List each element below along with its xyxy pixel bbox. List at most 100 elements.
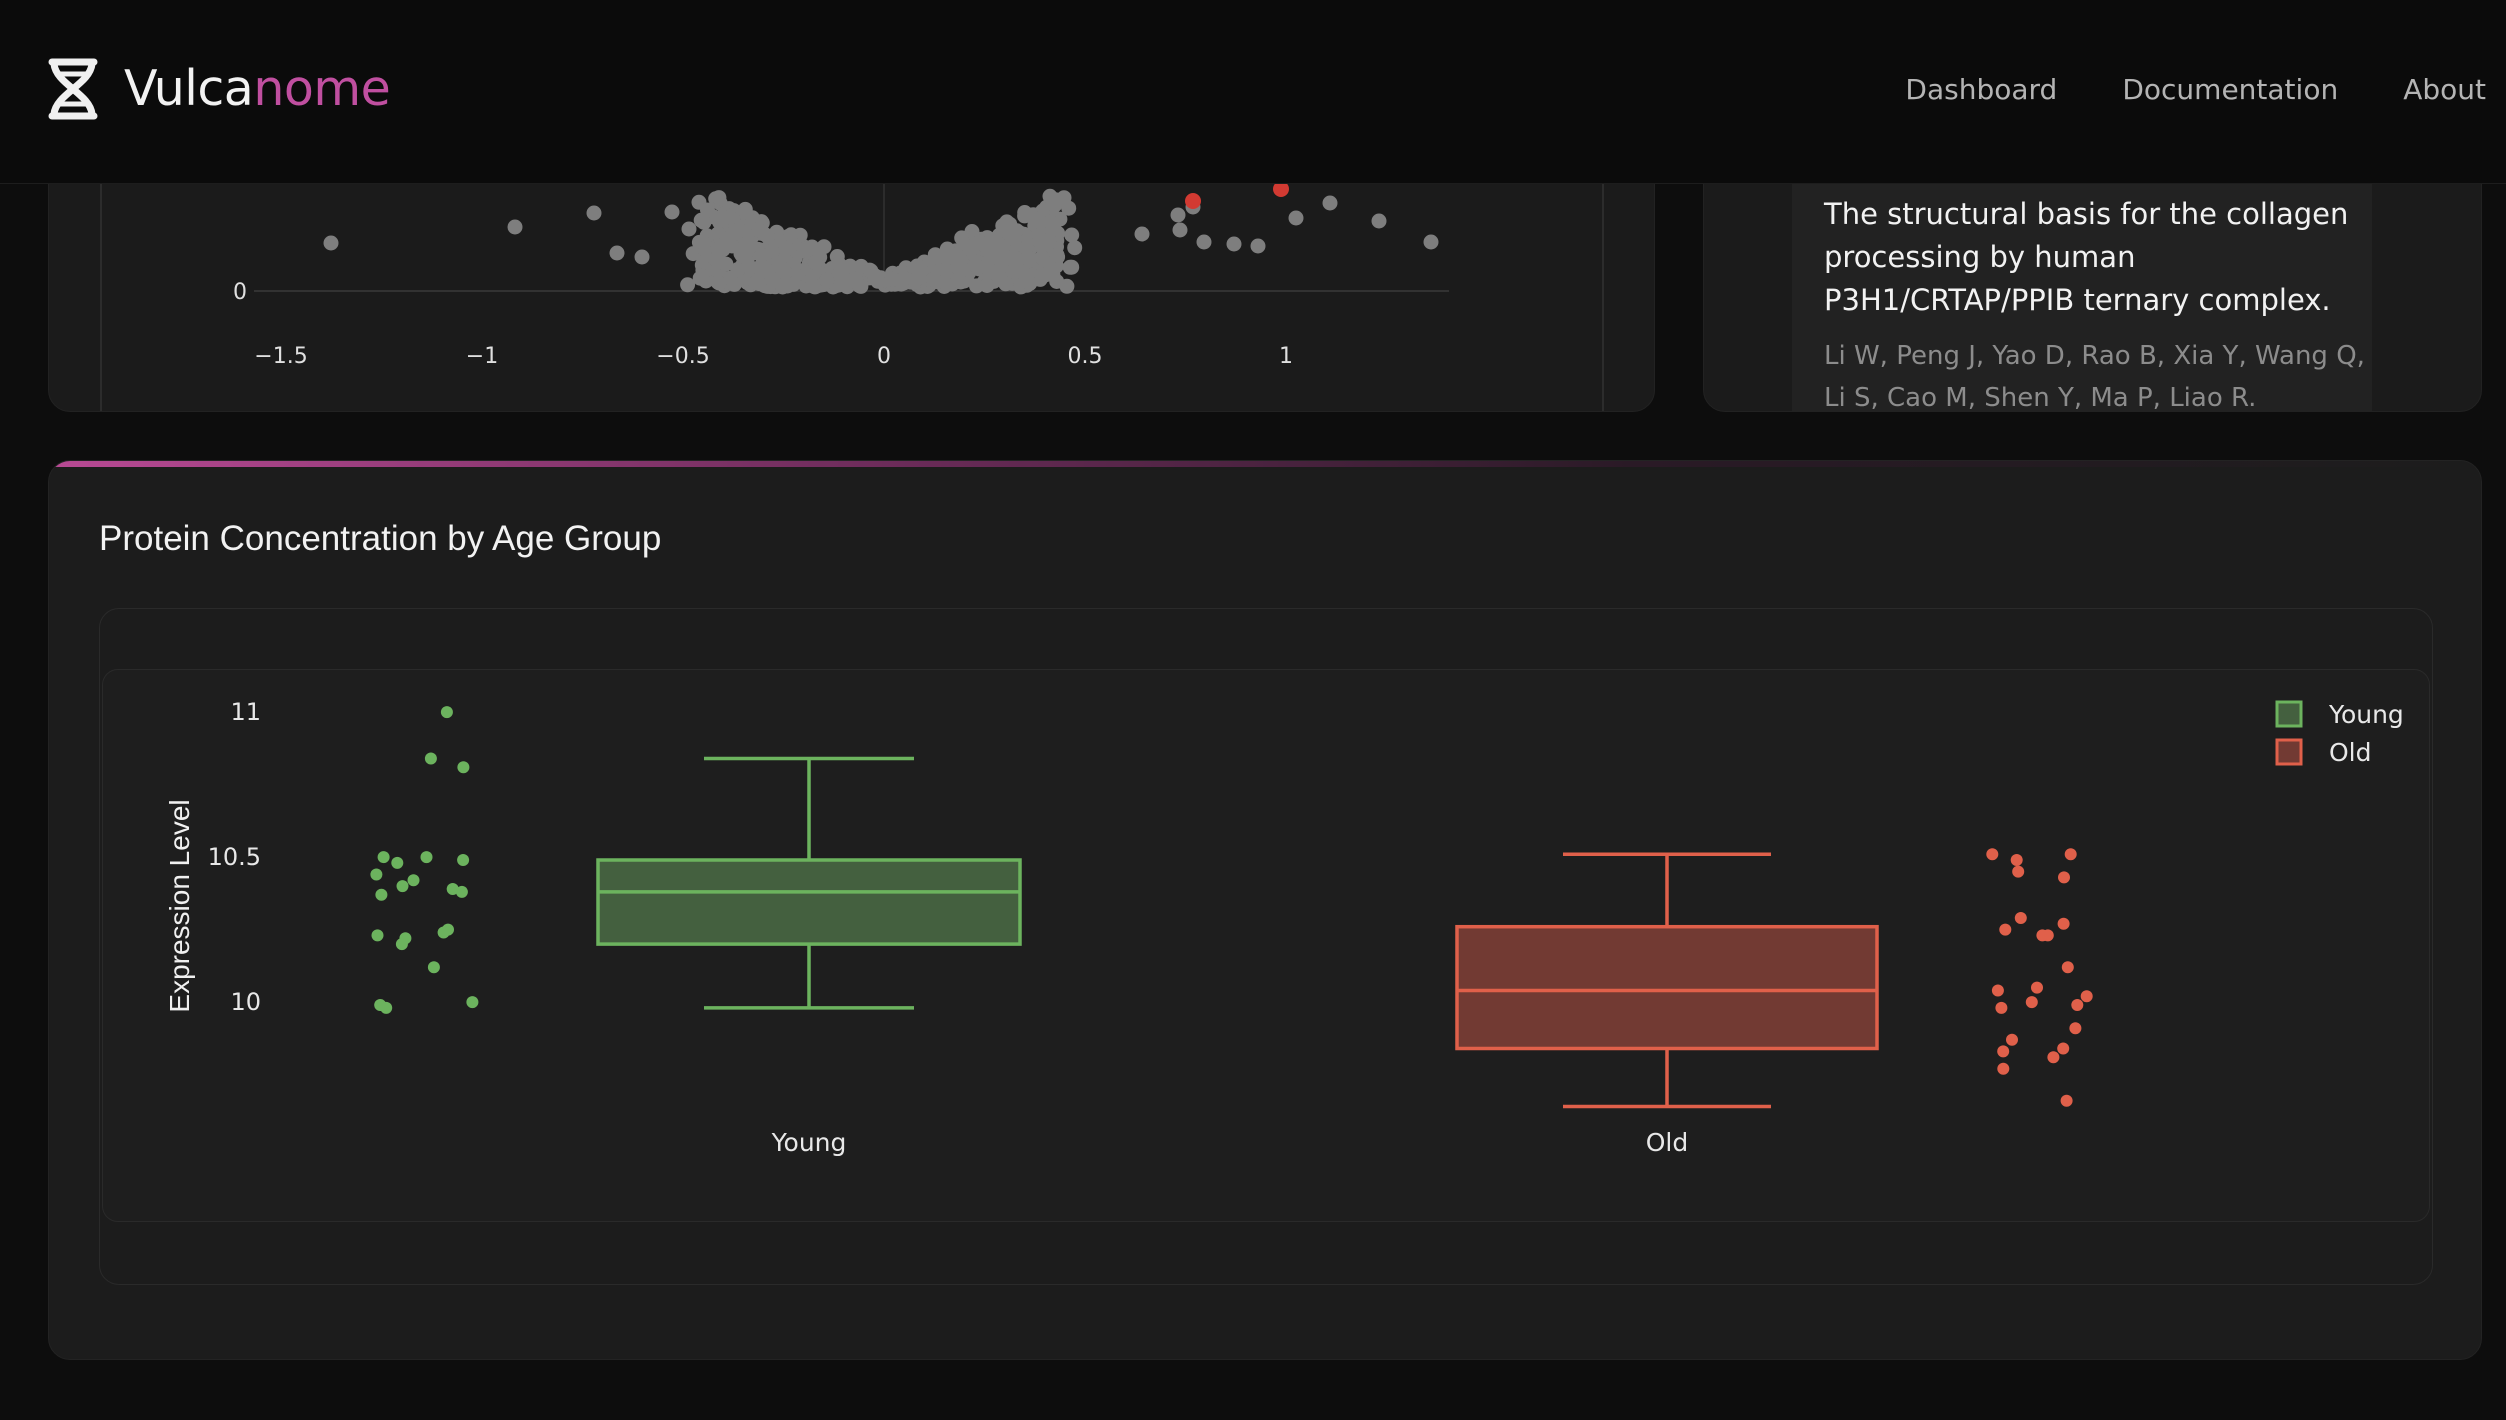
volcano-point[interactable] xyxy=(708,252,724,268)
volcano-point[interactable] xyxy=(1170,207,1186,223)
volcano-point[interactable] xyxy=(1134,226,1150,242)
volcano-point[interactable] xyxy=(507,219,523,235)
volcano-point[interactable] xyxy=(867,268,883,284)
volcano-point[interactable] xyxy=(998,276,1014,292)
volcano-point[interactable] xyxy=(1022,276,1038,291)
data-point[interactable] xyxy=(2031,981,2043,994)
volcano-point[interactable] xyxy=(696,236,712,251)
data-point[interactable] xyxy=(370,868,383,881)
data-point[interactable] xyxy=(2014,912,2027,924)
volcano-point[interactable] xyxy=(955,262,971,278)
volcano-point[interactable] xyxy=(772,258,788,274)
data-point[interactable] xyxy=(395,938,408,951)
data-point[interactable] xyxy=(391,856,404,869)
volcano-point[interactable] xyxy=(1034,250,1050,266)
volcano-point[interactable] xyxy=(842,258,858,274)
volcano-point[interactable] xyxy=(692,270,708,286)
data-point[interactable] xyxy=(2010,854,2023,866)
volcano-point-up[interactable] xyxy=(1185,193,1201,209)
data-point[interactable] xyxy=(437,926,450,939)
legend-swatch[interactable] xyxy=(2275,700,2303,728)
data-point[interactable] xyxy=(1997,1062,2010,1075)
volcano-point[interactable] xyxy=(1196,234,1212,250)
data-point[interactable] xyxy=(1995,1001,2008,1014)
volcano-point[interactable] xyxy=(819,272,835,288)
data-point[interactable] xyxy=(440,706,453,719)
data-point[interactable] xyxy=(1997,1045,2010,1058)
data-point[interactable] xyxy=(2047,1051,2060,1064)
data-point[interactable] xyxy=(427,961,440,974)
volcano-point[interactable] xyxy=(1067,240,1083,256)
data-point[interactable] xyxy=(2069,1022,2082,1035)
box-plot[interactable]: Expression Level 10 10.5 11 Young Young Old Old xyxy=(103,670,2430,1222)
data-point[interactable] xyxy=(2080,990,2093,1003)
volcano-point[interactable] xyxy=(1042,188,1058,204)
nav-dashboard-link[interactable]: Dashboard xyxy=(1905,70,2057,110)
volcano-point[interactable] xyxy=(909,258,925,274)
data-point[interactable] xyxy=(2006,1033,2018,1046)
legend-label[interactable]: Young xyxy=(2328,700,2404,729)
volcano-point[interactable] xyxy=(965,238,981,254)
legend-swatch[interactable] xyxy=(2275,738,2303,766)
volcano-point[interactable] xyxy=(1371,213,1387,229)
data-point[interactable] xyxy=(466,996,479,1009)
brand[interactable]: Vulcanome xyxy=(46,58,391,120)
volcano-point[interactable] xyxy=(741,240,757,256)
volcano-point[interactable] xyxy=(751,276,767,292)
volcano-point[interactable] xyxy=(1059,278,1075,294)
data-point[interactable] xyxy=(2012,865,2025,878)
nav-documentation-link[interactable]: Documentation xyxy=(2122,70,2338,110)
volcano-point[interactable] xyxy=(775,277,790,293)
volcano-point[interactable] xyxy=(742,259,758,275)
data-point[interactable] xyxy=(2061,961,2074,974)
volcano-point[interactable] xyxy=(1049,247,1065,263)
volcano-point[interactable] xyxy=(783,227,799,243)
volcano-point[interactable] xyxy=(980,243,996,259)
volcano-point[interactable] xyxy=(634,249,650,265)
data-point[interactable] xyxy=(455,885,468,898)
data-point[interactable] xyxy=(407,874,420,887)
volcano-point[interactable] xyxy=(896,271,912,286)
data-point[interactable] xyxy=(371,929,384,942)
box-old[interactable] xyxy=(1455,852,1879,1109)
volcano-point[interactable] xyxy=(1226,236,1242,252)
data-point[interactable] xyxy=(1999,923,2012,936)
volcano-point[interactable] xyxy=(710,274,726,290)
volcano-point[interactable] xyxy=(681,221,697,237)
data-point[interactable] xyxy=(2025,996,2038,1009)
volcano-point[interactable] xyxy=(711,190,727,206)
volcano-point[interactable] xyxy=(1007,231,1022,247)
volcano-point[interactable] xyxy=(1064,227,1080,243)
volcano-point[interactable] xyxy=(937,262,953,278)
data-point[interactable] xyxy=(2058,871,2070,884)
data-point[interactable] xyxy=(2057,1042,2070,1055)
data-point[interactable] xyxy=(396,880,409,893)
data-point[interactable] xyxy=(457,761,470,774)
volcano-point[interactable] xyxy=(323,235,339,251)
data-point[interactable] xyxy=(1986,848,1999,861)
legend-label[interactable]: Old xyxy=(2329,738,2372,767)
volcano-point[interactable] xyxy=(953,274,969,290)
volcano-point[interactable] xyxy=(1172,222,1188,238)
data-point[interactable] xyxy=(2057,917,2070,930)
volcano-point[interactable] xyxy=(968,258,984,274)
data-point[interactable] xyxy=(375,888,388,901)
volcano-point[interactable] xyxy=(951,249,966,265)
plot-area[interactable]: Expression Level 10 10.5 11 Young Young Old Old xyxy=(102,669,2430,1222)
volcano-point[interactable] xyxy=(751,222,767,238)
data-point[interactable] xyxy=(1991,984,2004,997)
data-point[interactable] xyxy=(2036,929,2049,942)
publication-title[interactable]: The structural basis for the collagen pr… xyxy=(1824,193,2384,322)
volcano-point[interactable] xyxy=(1288,210,1304,226)
volcano-point[interactable] xyxy=(609,245,625,261)
volcano-point[interactable] xyxy=(1062,259,1078,275)
volcano-point[interactable] xyxy=(722,209,738,225)
data-point[interactable] xyxy=(420,851,433,864)
data-point[interactable] xyxy=(2071,999,2084,1011)
volcano-point[interactable] xyxy=(804,239,820,255)
box-young[interactable] xyxy=(596,756,1022,1010)
volcano-point[interactable] xyxy=(732,222,747,238)
volcano-point[interactable] xyxy=(995,218,1011,234)
volcano-point[interactable] xyxy=(664,204,680,220)
data-point[interactable] xyxy=(2060,1094,2073,1107)
